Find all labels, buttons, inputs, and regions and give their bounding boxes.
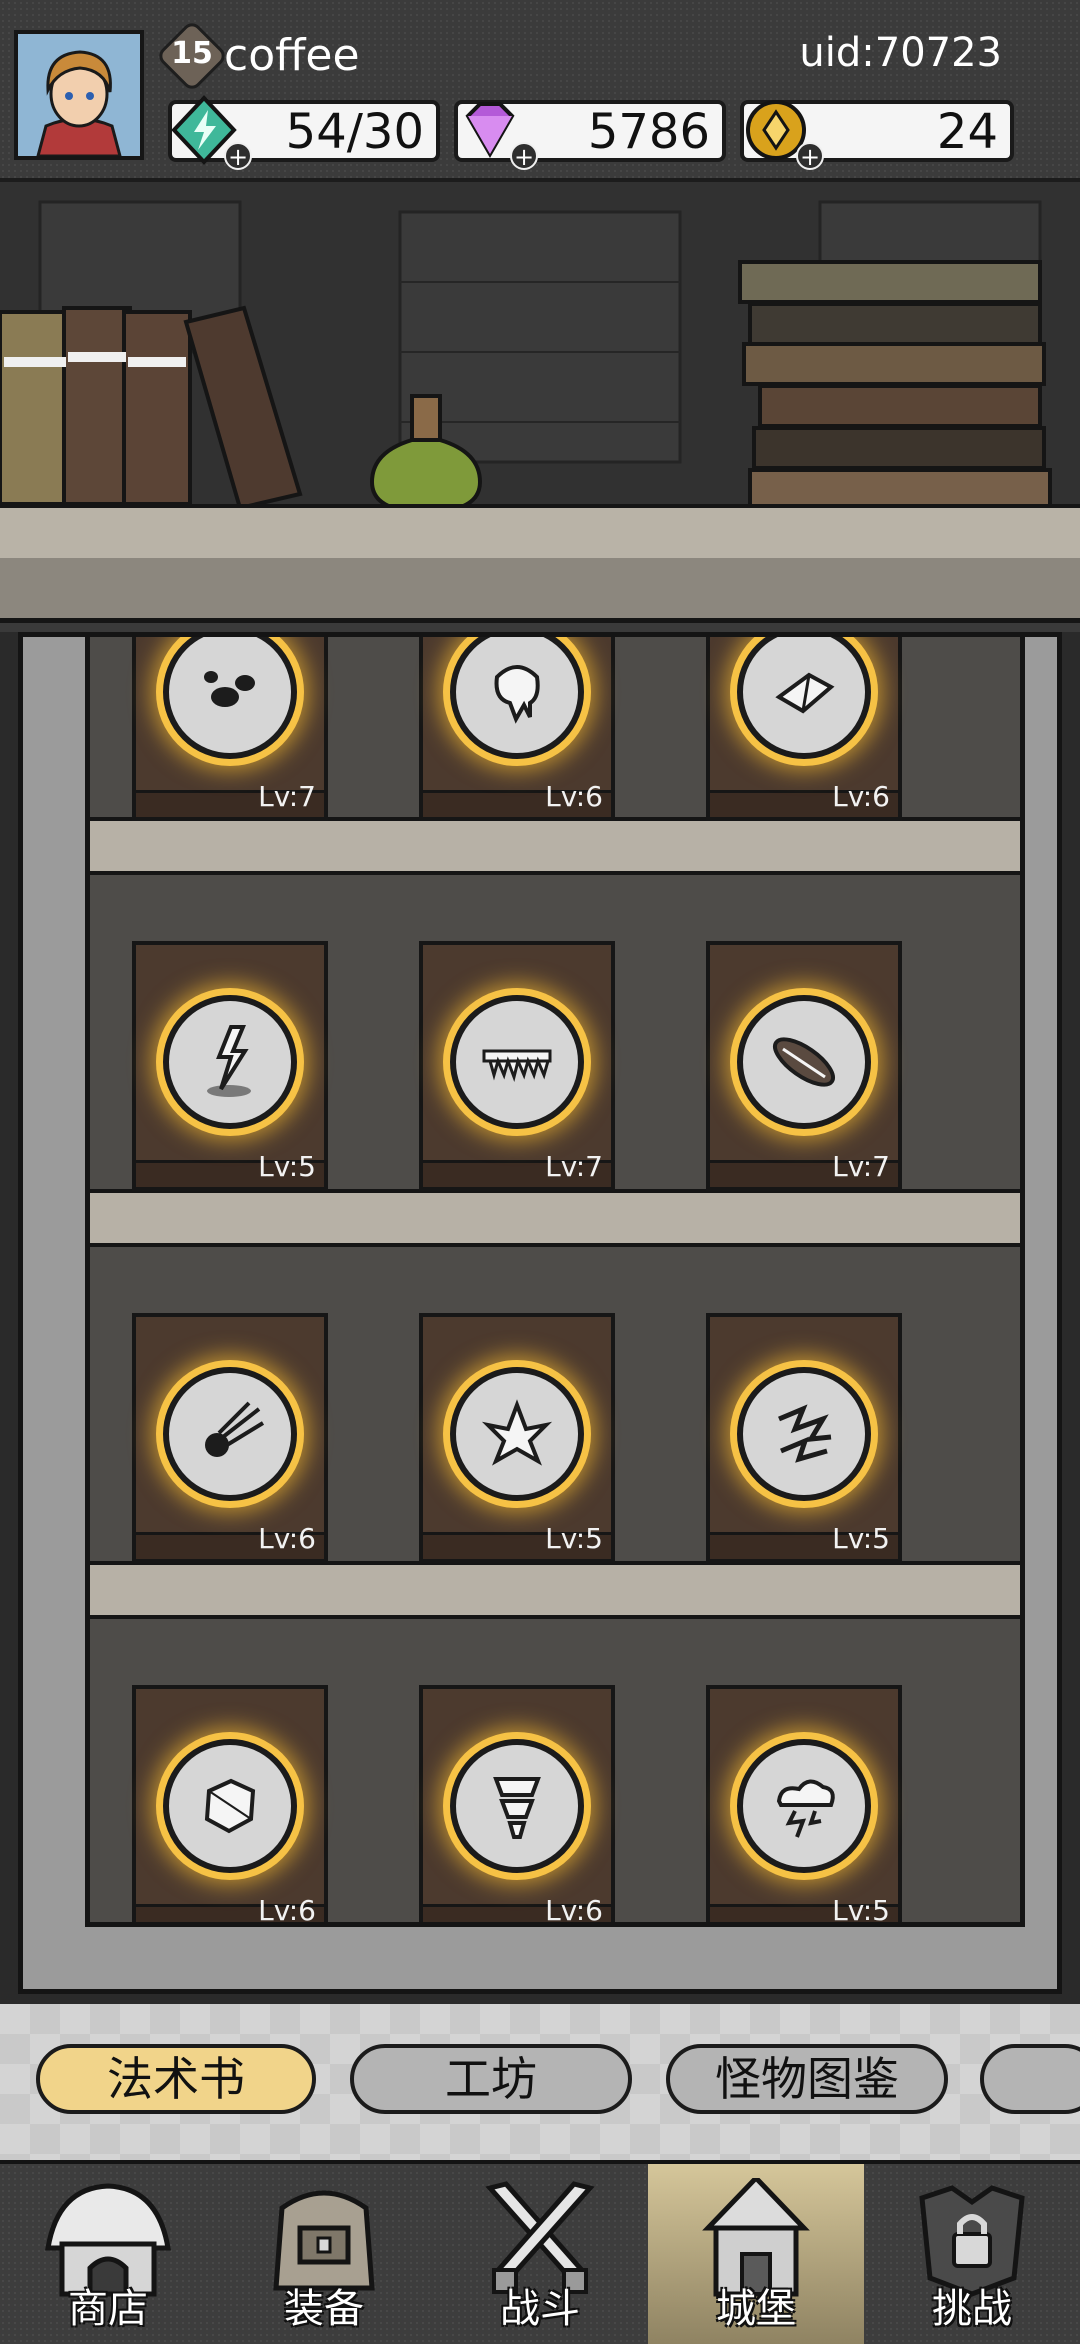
spell-level: Lv:6	[258, 1894, 316, 1927]
crystal-shard-icon	[775, 672, 835, 714]
meteor-log-icon	[773, 1037, 835, 1087]
spell-emblem	[737, 995, 871, 1129]
nav-equipment[interactable]: 装备	[216, 2164, 432, 2344]
shelf-board	[90, 1561, 1020, 1619]
spell-level: Lv:6	[545, 1894, 603, 1927]
bottom-navigation: 商店 装备 战斗 城堡 挑战	[0, 2160, 1080, 2344]
spell-level: Lv:5	[832, 1522, 890, 1555]
chain-lightning-icon	[778, 1404, 832, 1463]
nav-label: 商店	[68, 2286, 148, 2332]
add-diamond-button[interactable]: +	[510, 142, 538, 170]
add-gold-button[interactable]: +	[796, 142, 824, 170]
spell-level: Lv:6	[545, 780, 603, 813]
spell-emblem	[163, 1367, 297, 1501]
player-level: 15	[171, 36, 213, 71]
hero-portrait-icon	[18, 34, 140, 156]
scene-shelf-front	[0, 558, 1080, 623]
shelf-board	[90, 817, 1020, 875]
spell-level: Lv:6	[832, 780, 890, 813]
player-avatar[interactable]	[14, 30, 144, 160]
ice-crystal-burst-icon	[481, 1399, 553, 1466]
player-uid: uid:70723	[799, 30, 1002, 76]
spell-emblem	[163, 995, 297, 1129]
spell-emblem	[737, 637, 871, 759]
spellbook-card[interactable]: Lv:5	[706, 1313, 902, 1563]
gold-value: 24	[936, 104, 998, 160]
diamond-value: 5786	[587, 104, 710, 160]
nav-challenge[interactable]: 挑战	[864, 2164, 1080, 2344]
top-status-bar: 15 coffee uid:70723 + 54/30 + 5786 + 24	[0, 0, 1080, 182]
spellbook-card[interactable]: Lv:5	[419, 1313, 615, 1563]
library-background-illustration	[0, 182, 1080, 512]
spellbook-card[interactable]: Lv:6	[132, 1685, 328, 1927]
spell-level: Lv:5	[258, 1150, 316, 1183]
energy-counter[interactable]: + 54/30	[168, 95, 440, 170]
spellbook-card[interactable]: Lv:6	[132, 1313, 328, 1563]
spell-level: Lv:5	[832, 1894, 890, 1927]
spell-emblem	[737, 1739, 871, 1873]
diamond-counter[interactable]: + 5786	[454, 100, 726, 170]
spellbook-card[interactable]: Lv:7	[132, 637, 328, 821]
spell-level: Lv:7	[545, 1150, 603, 1183]
spell-level: Lv:7	[258, 780, 316, 813]
tab-more[interactable]	[980, 2044, 1080, 2114]
spellbook-card[interactable]: Lv:7	[419, 941, 615, 1191]
dark-splash-icon	[204, 671, 255, 707]
spell-emblem	[163, 637, 297, 759]
nav-battle[interactable]: 战斗	[432, 2164, 648, 2344]
spell-emblem	[450, 1739, 584, 1873]
library-scene	[0, 182, 1080, 632]
spellbook-shelves[interactable]: Lv:7 Lv:6 Lv:6 Lv:5 Lv:7 Lv:7 Lv:6 Lv:5 …	[85, 637, 1025, 1927]
ice-spikes-icon	[482, 1049, 552, 1083]
spellbook-card[interactable]: Lv:7	[706, 941, 902, 1191]
spell-emblem	[450, 1367, 584, 1501]
energy-value: 54/30	[285, 104, 424, 160]
nav-label: 挑战	[932, 2286, 1012, 2332]
nav-label: 装备	[284, 2286, 364, 2332]
spellbook-card[interactable]: Lv:5	[706, 1685, 902, 1927]
nav-castle[interactable]: 城堡	[648, 2164, 864, 2344]
leaning-books-icon	[0, 305, 303, 511]
spellbook-card[interactable]: Lv:6	[419, 637, 615, 821]
tab-monster-codex[interactable]: 怪物图鉴	[666, 2044, 948, 2114]
lightning-strike-icon	[207, 1025, 251, 1097]
spell-emblem	[163, 1739, 297, 1873]
spell-emblem	[737, 1367, 871, 1501]
tab-workshop[interactable]: 工坊	[350, 2044, 632, 2114]
gold-counter[interactable]: + 24	[740, 100, 1014, 170]
add-energy-button[interactable]: +	[224, 142, 252, 170]
category-tab-bar: 法术书 工坊 怪物图鉴	[0, 2004, 1080, 2160]
nav-label: 城堡	[716, 2286, 796, 2332]
spell-level: Lv:5	[545, 1522, 603, 1555]
scene-shelf-top	[0, 504, 1080, 562]
slime-drip-icon	[494, 665, 540, 724]
spell-level: Lv:7	[832, 1150, 890, 1183]
spellbook-card[interactable]: Lv:6	[419, 1685, 615, 1927]
spell-emblem	[450, 995, 584, 1129]
shelf-board	[90, 1189, 1020, 1247]
comet-icon	[205, 1401, 265, 1457]
stacked-books-icon	[738, 260, 1052, 512]
thunder-cloud-icon	[776, 1779, 835, 1838]
spellbook-card[interactable]: Lv:6	[706, 637, 902, 821]
spell-level: Lv:6	[258, 1522, 316, 1555]
nav-shop[interactable]: 商店	[0, 2164, 216, 2344]
tab-spellbooks[interactable]: 法术书	[36, 2044, 316, 2114]
spellbook-card[interactable]: Lv:5	[132, 941, 328, 1191]
spellbook-cabinet: Lv:7 Lv:6 Lv:6 Lv:5 Lv:7 Lv:7 Lv:6 Lv:5 …	[18, 632, 1062, 1994]
nav-label: 战斗	[500, 2286, 580, 2332]
player-name: coffee	[224, 30, 360, 81]
tornado-icon	[493, 1777, 541, 1839]
spell-emblem	[450, 637, 584, 759]
rock-shield-icon	[204, 1778, 256, 1834]
